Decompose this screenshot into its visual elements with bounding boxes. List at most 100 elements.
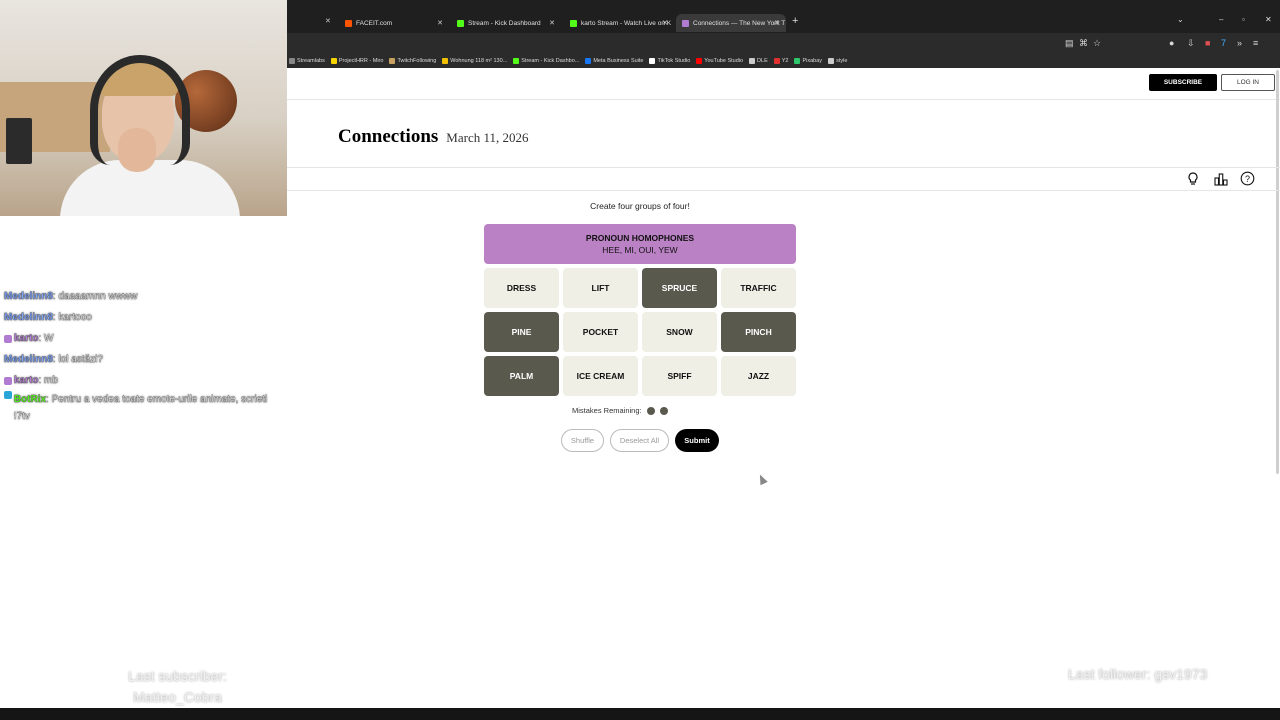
chat-text: : W	[38, 333, 54, 344]
solved-category: PRONOUN HOMOPHONES	[585, 233, 695, 243]
word-tile[interactable]: LIFT	[563, 268, 638, 308]
chat-username: BotRix	[13, 394, 47, 405]
word-tile[interactable]: SPIFF	[642, 356, 717, 396]
mistake-dot	[646, 406, 655, 415]
bookmark-icon	[513, 58, 520, 64]
word-tile[interactable]: POCKET	[563, 312, 638, 352]
translate-icon[interactable]: ⌘	[1079, 38, 1088, 49]
tab-faceit[interactable]: FACEIT.com ✕	[339, 14, 449, 32]
bookmark-item[interactable]: style	[828, 58, 847, 64]
close-icon[interactable]: ✕	[549, 19, 555, 27]
bookmark-item[interactable]: Y2	[773, 58, 788, 64]
close-window-icon[interactable]: ✕	[1265, 15, 1272, 24]
chat-message-body: Medelinn8: daaaamnn wwww	[4, 291, 138, 302]
screen: ✕ FACEIT.com ✕ Stream - Kick Dashboard ✕…	[0, 0, 1280, 720]
chat-badge-icon	[4, 376, 12, 385]
bookmark-item[interactable]: TwitchFollowing	[389, 58, 436, 64]
chat-text: : daaaamnn wwww	[52, 291, 138, 302]
word-tile[interactable]: TRAFFIC	[721, 268, 796, 308]
bookmark-star-icon[interactable]: ☆	[1093, 38, 1101, 49]
word-tile[interactable]: ICE CREAM	[563, 356, 638, 396]
bookmark-item[interactable]: ProjectHRR - Miro	[330, 58, 383, 64]
tab-label: Stream - Kick Dashboard	[468, 19, 541, 27]
word-tile[interactable]: DRESS	[484, 268, 559, 308]
browser-toolbar: ▤ ⌘ ☆ ● ⇩ ■ 7 » ≡	[287, 33, 1280, 54]
bookmark-label: YouTube Studio	[704, 58, 744, 64]
close-icon[interactable]: ✕	[774, 19, 780, 27]
extension-icon[interactable]: ●	[1169, 38, 1174, 48]
tab-label: karto Stream - Watch Live on K	[581, 19, 672, 27]
bookmark-label: TwitchFollowing	[397, 58, 437, 64]
chat-username: karto	[14, 375, 39, 386]
bookmark-icon	[585, 58, 592, 64]
menu-icon[interactable]: ≡	[1253, 38, 1258, 48]
downloads-icon[interactable]: ⇩	[1187, 38, 1195, 49]
chat-text: : Pentru a vedea toate emote-urile anima…	[13, 394, 268, 422]
close-icon[interactable]: ✕	[662, 19, 668, 27]
word-tile[interactable]: SPRUCE	[642, 268, 717, 308]
divider	[287, 167, 1280, 168]
help-icon[interactable]: ?	[1240, 171, 1255, 186]
minimize-icon[interactable]: –	[1219, 15, 1223, 24]
stats-icon[interactable]	[1213, 171, 1228, 186]
login-button[interactable]: LOG IN	[1221, 74, 1275, 91]
tab-label: Connections — The New York T	[693, 19, 786, 27]
bookmark-icon	[389, 58, 396, 64]
kick-icon	[570, 19, 577, 27]
pc-tower	[6, 118, 32, 164]
bookmark-icon	[696, 58, 703, 64]
bookmark-label: Stream - Kick Dashbo...	[521, 58, 580, 64]
bookmark-item[interactable]: YouTube Studio	[696, 58, 743, 64]
bookmark-item[interactable]: TikTok Studio	[649, 58, 690, 64]
extension-7tv-icon[interactable]: 7	[1221, 38, 1226, 48]
bookmark-icon	[828, 58, 835, 64]
deselect-all-button[interactable]: Deselect All	[610, 429, 669, 452]
restore-icon[interactable]: ▫	[1242, 15, 1245, 24]
tab-connections[interactable]: Connections — The New York T ✕	[676, 14, 786, 32]
reader-icon[interactable]: ▤	[1065, 38, 1074, 49]
nyt-games-icon	[682, 19, 689, 27]
bookmark-label: Pixabay	[802, 58, 823, 64]
tab-list-chevron-icon[interactable]: ⌄	[1177, 15, 1184, 24]
chat-username: Medelinn8	[4, 291, 53, 302]
bookmark-item[interactable]: Pixabay	[794, 58, 822, 64]
tab-kick-dashboard[interactable]: Stream - Kick Dashboard ✕	[451, 14, 561, 32]
hint-lightbulb-icon[interactable]	[1185, 171, 1200, 186]
tab-kick-stream[interactable]: karto Stream - Watch Live on K ✕	[564, 14, 674, 32]
bookmark-item[interactable]: Streamlabs	[289, 58, 325, 64]
mistakes-label: Mistakes Remaining:	[572, 406, 642, 415]
chat-text: : kartooo	[52, 312, 92, 323]
bookmark-label: Meta Business Suite	[593, 58, 644, 64]
faceit-icon	[345, 19, 352, 27]
stream-chat: Medelinn8: daaaamnn wwww Medelinn8 : karto…	[0, 286, 280, 425]
bookmark-item[interactable]: Wohnung 118 m² 130...	[442, 58, 507, 64]
subscribe-button[interactable]: SUBSCRIBE	[1149, 74, 1217, 91]
shuffle-button[interactable]: Shuffle	[561, 429, 604, 452]
submit-button[interactable]: Submit	[675, 429, 719, 452]
streamer-hand	[118, 128, 156, 172]
word-tile[interactable]: PINCH	[721, 312, 796, 352]
new-tab-button[interactable]: +	[792, 15, 798, 27]
bookmark-item[interactable]: DLE	[749, 58, 768, 64]
solved-group: PRONOUN HOMOPHONES HEE, MI, OUI, YEW	[484, 224, 796, 264]
page-scrollbar[interactable]	[1276, 70, 1279, 474]
chat-text: : lol astăzi?	[52, 354, 103, 365]
chat-message: BotRix: Pentru a vedea toate emote-urile…	[0, 391, 280, 425]
chat-username: karto	[14, 333, 39, 344]
last-subscriber-name: Matteo_Cobra	[133, 689, 222, 705]
word-tile[interactable]: PINE	[484, 312, 559, 352]
chat-text: : mb	[38, 375, 58, 386]
bookmark-icon	[649, 58, 656, 64]
close-icon[interactable]: ✕	[437, 19, 443, 27]
chat-message: Medelinn8: lol astăzi?	[0, 349, 280, 370]
bookmark-item[interactable]: Stream - Kick Dashbo...	[513, 58, 579, 64]
bookmark-item[interactable]: Meta Business Suite	[585, 58, 643, 64]
bookmark-label: style	[836, 58, 848, 64]
close-icon[interactable]: ✕	[325, 17, 331, 25]
word-tile[interactable]: SNOW	[642, 312, 717, 352]
word-tile[interactable]: PALM	[484, 356, 559, 396]
more-extensions-icon[interactable]: »	[1237, 38, 1242, 48]
word-tile[interactable]: JAZZ	[721, 356, 796, 396]
adblock-icon[interactable]: ■	[1205, 38, 1210, 48]
puzzle-date: March 11, 2026	[446, 130, 529, 145]
